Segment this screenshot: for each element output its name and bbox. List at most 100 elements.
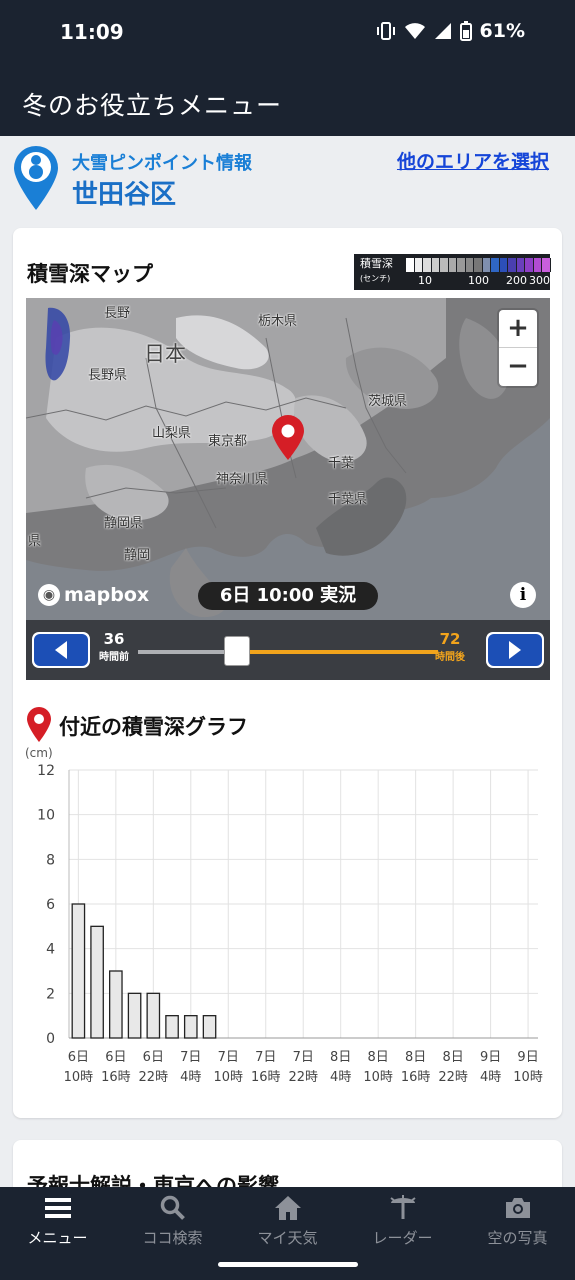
- location-marker-icon: [272, 415, 304, 460]
- status-icons: 61%: [376, 20, 525, 42]
- mapbox-attribution: mapbox: [64, 584, 150, 606]
- x-tick-label-day: 7日: [293, 1050, 314, 1065]
- chart-bar: [127, 992, 142, 1039]
- x-tick-label-hour: 10時: [513, 1070, 543, 1085]
- location-subtitle: 大雪ピンポイント情報: [72, 153, 252, 174]
- change-area-link[interactable]: 他のエリアを選択: [397, 147, 549, 174]
- snowman-pin-icon: [14, 146, 58, 210]
- timeline-slider-thumb[interactable]: [224, 636, 250, 666]
- page-title: 冬のお役立ちメニュー: [22, 91, 283, 120]
- y-axis-unit: (cm): [25, 746, 53, 760]
- legend-swatch: [431, 258, 440, 272]
- app-header: 冬のお役立ちメニュー: [0, 66, 575, 136]
- info-button[interactable]: i: [510, 582, 536, 608]
- location-bar: 大雪ピンポイント情報 世田谷区 他のエリアを選択: [0, 136, 575, 226]
- timeline-prev-button[interactable]: [32, 632, 90, 668]
- snow-depth-map[interactable]: 長野 日本 長野県 栃木県 茨城県 山梨県 東京都 神奈川県 千葉 千葉県 静岡…: [26, 298, 550, 620]
- timeline-next-button[interactable]: [486, 632, 544, 668]
- legend-swatch: [474, 258, 483, 272]
- signal-icon: [434, 23, 451, 39]
- graph-title: 付近の積雪深グラフ: [59, 715, 248, 739]
- x-tick-label-hour: 10時: [64, 1070, 94, 1085]
- battery-icon: [459, 21, 472, 41]
- nav-radar[interactable]: レーダー: [345, 1193, 460, 1248]
- map-label-tochigi: 栃木県: [258, 314, 298, 329]
- y-tick-label: 8: [46, 852, 55, 868]
- x-tick-label-day: 8日: [405, 1050, 426, 1065]
- legend-swatch: [491, 258, 500, 272]
- timeline-track-future: [250, 650, 438, 654]
- legend-swatch: [508, 258, 517, 272]
- x-tick-label-day: 9日: [480, 1050, 501, 1065]
- nav-label: メニュー: [27, 1229, 88, 1247]
- legend-tick: 300: [529, 274, 550, 287]
- timeline-bar: 36 時間前 72 時間後: [26, 620, 550, 680]
- location-name: 世田谷区: [72, 180, 177, 210]
- x-tick-label-day: 6日: [143, 1050, 164, 1065]
- map-label-kanagawa: 神奈川県: [216, 472, 269, 487]
- chart-bar: [183, 1015, 198, 1039]
- x-tick-label-day: 8日: [368, 1050, 389, 1065]
- x-tick-label-hour: 16時: [251, 1070, 281, 1085]
- x-tick-label-hour: 16時: [101, 1070, 131, 1085]
- wifi-icon: [404, 23, 425, 39]
- nav-my-weather[interactable]: マイ天気: [230, 1193, 345, 1248]
- x-tick-label-hour: 4時: [180, 1070, 201, 1085]
- camera-icon: [505, 1198, 530, 1218]
- nav-menu[interactable]: メニュー: [0, 1193, 115, 1248]
- y-tick-label: 12: [37, 763, 55, 779]
- chart-bar: [165, 1015, 179, 1039]
- search-icon: [160, 1195, 185, 1220]
- map-time-label: 6日 10:00 実況: [198, 582, 378, 610]
- nav-label: レーダー: [372, 1229, 433, 1247]
- y-tick-label: 10: [37, 808, 55, 824]
- nav-label: 空の写真: [487, 1229, 548, 1247]
- chart-bar: [202, 1015, 217, 1039]
- timeline-track-past: [138, 650, 237, 654]
- legend-tick: 200: [506, 274, 527, 287]
- status-time: 11:09: [60, 20, 124, 44]
- nav-search[interactable]: ココ検索: [115, 1193, 230, 1248]
- x-tick-label-day: 7日: [218, 1050, 239, 1065]
- x-tick-label-day: 6日: [105, 1050, 126, 1065]
- x-tick-label-day: 8日: [330, 1050, 351, 1065]
- x-tick-label-day: 7日: [180, 1050, 201, 1065]
- map-label-yamanashi: 山梨県: [152, 426, 192, 441]
- map-label-ibaraki: 茨城県: [368, 394, 408, 409]
- zoom-in-button[interactable]: +: [499, 310, 537, 348]
- y-tick-label: 6: [46, 897, 55, 913]
- map-label-chiba: 千葉: [328, 456, 355, 471]
- home-indicator: [218, 1262, 358, 1267]
- x-tick-label-hour: 4時: [480, 1070, 501, 1085]
- x-tick-label-hour: 22時: [288, 1070, 318, 1085]
- map-label-chiba-ken: 千葉県: [328, 492, 368, 507]
- legend-swatch: [516, 258, 525, 272]
- map-label-tokyo: 東京都: [208, 434, 248, 449]
- y-tick-label: 2: [46, 986, 55, 1002]
- status-bar: 11:09 61%: [0, 0, 575, 66]
- x-tick-label-day: 9日: [517, 1050, 538, 1065]
- legend-unit: (センチ): [360, 274, 391, 283]
- timeline-forward-label: 72 時間後: [435, 630, 465, 663]
- x-tick-label-hour: 4時: [330, 1070, 351, 1085]
- y-tick-label: 0: [46, 1031, 55, 1047]
- nav-label: ココ検索: [142, 1229, 203, 1247]
- snow-depth-legend: 積雪深 (センチ) 10 100 200 300: [354, 254, 551, 290]
- map-label-shizuoka: 静岡: [124, 548, 151, 563]
- mapbox-icon: ◉: [38, 584, 60, 606]
- nav-label: マイ天気: [257, 1229, 318, 1247]
- nav-sky-photos[interactable]: 空の写真: [460, 1193, 575, 1248]
- legend-swatch: [542, 258, 551, 272]
- chart-bar: [109, 970, 123, 1039]
- x-tick-label-hour: 16時: [401, 1070, 431, 1085]
- x-tick-label-hour: 10時: [213, 1070, 243, 1085]
- legend-swatch: [465, 258, 474, 272]
- legend-swatch: [448, 258, 457, 272]
- chart-bar: [146, 992, 161, 1039]
- x-tick-label-day: 6日: [68, 1050, 89, 1065]
- vibrate-icon: [376, 22, 395, 40]
- mapbox-logo[interactable]: ◉ mapbox: [38, 584, 149, 606]
- legend-swatch: [533, 258, 542, 272]
- zoom-out-button[interactable]: −: [499, 348, 537, 386]
- map-label-shizuoka-ken: 静岡県: [104, 516, 144, 531]
